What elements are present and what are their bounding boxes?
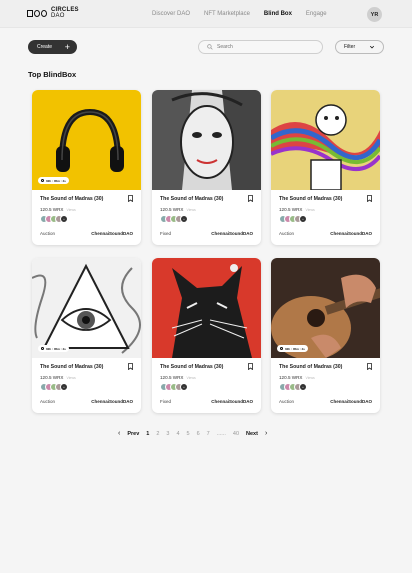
owner-avatars: + (160, 215, 188, 223)
sale-type: Auction (40, 231, 56, 236)
bookmark-icon[interactable] (128, 195, 133, 202)
blindbox-card[interactable]: The Sound of Madras (30) 120.5 WRX Views … (152, 90, 261, 245)
owner-avatars: + (40, 383, 68, 391)
page-ellipsis: ...... (216, 430, 226, 437)
page-5[interactable]: 5 (187, 431, 190, 437)
card-price: 120.5 WRX Views (40, 375, 76, 380)
creator-name[interactable]: ChennaiSoundDAO (330, 231, 372, 236)
blindbox-card[interactable]: 02h : 35m : 4s The Sound of Madras (30) … (271, 258, 380, 413)
card-title: The Sound of Madras (30) (160, 364, 224, 370)
creator-name[interactable]: ChennaiSoundDAO (91, 231, 133, 236)
card-title: The Sound of Madras (30) (279, 196, 343, 202)
card-image (271, 90, 380, 190)
filter-dropdown[interactable]: Filter (335, 40, 384, 54)
card-price: 120.5 WRX Views (160, 207, 196, 212)
page-7[interactable]: 7 (207, 431, 210, 437)
card-price: 120.5 WRX Views (279, 375, 315, 380)
creator-name[interactable]: ChennaiSoundDAO (330, 399, 372, 404)
filter-label: Filter (344, 44, 356, 50)
card-image (32, 258, 141, 358)
brand-name-line2: DAO (51, 13, 65, 19)
card-image (152, 90, 261, 190)
bookmark-icon[interactable] (367, 363, 372, 370)
main-nav: Discover DAO NFT Marketplace Blind Box E… (152, 11, 327, 17)
nav-nft-marketplace[interactable]: NFT Marketplace (204, 11, 250, 17)
page-last[interactable]: 40 (233, 431, 239, 437)
card-image (152, 258, 261, 358)
creator-name[interactable]: ChennaiSoundDAO (211, 399, 253, 404)
chevron-right-icon[interactable]: › (265, 430, 267, 437)
section-title: Top BlindBox (28, 70, 77, 79)
card-image (271, 258, 380, 358)
nav-discover-dao[interactable]: Discover DAO (152, 11, 190, 17)
prev-button[interactable]: Prev (127, 431, 139, 437)
blindbox-card[interactable]: The Sound of Madras (30) 120.5 WRX Views … (152, 258, 261, 413)
nav-engage[interactable]: Engage (306, 11, 327, 17)
creator-name[interactable]: ChennaiSoundDAO (91, 399, 133, 404)
chevron-down-icon (369, 45, 375, 49)
top-header: CIRCLES DAO Discover DAO NFT Marketplace… (0, 0, 412, 28)
next-button[interactable]: Next (246, 431, 258, 437)
pagination: ‹ Prev 1 2 3 4 5 6 7 ...... 40 Next › (118, 430, 267, 437)
user-avatar[interactable]: YR (367, 7, 382, 22)
sale-type: Auction (279, 231, 295, 236)
countdown-timer: 02h : 35m : 4s (38, 345, 69, 352)
brand-name: CIRCLES DAO (51, 7, 79, 19)
owner-avatars: + (279, 215, 307, 223)
brand-logo[interactable]: CIRCLES DAO (27, 7, 79, 19)
page-1[interactable]: 1 (146, 431, 149, 437)
bookmark-icon[interactable] (367, 195, 372, 202)
search-icon (207, 44, 213, 50)
sale-type: Auction (279, 399, 295, 404)
card-title: The Sound of Madras (30) (40, 196, 104, 202)
page-6[interactable]: 6 (197, 431, 200, 437)
card-title: The Sound of Madras (30) (40, 364, 104, 370)
bookmark-icon[interactable] (128, 363, 133, 370)
card-price: 120.5 WRX Views (160, 375, 196, 380)
sale-type: Fixed (160, 231, 172, 236)
sale-type: Auction (40, 399, 56, 404)
page-2[interactable]: 2 (156, 431, 159, 437)
card-title: The Sound of Madras (30) (279, 364, 343, 370)
owner-avatars: + (40, 215, 68, 223)
owner-avatars: + (160, 383, 188, 391)
page-4[interactable]: 4 (176, 431, 179, 437)
card-price: 120.5 WRX Views (279, 207, 315, 212)
chevron-left-icon[interactable]: ‹ (118, 430, 120, 437)
countdown-timer: 02h : 35m : 4s (277, 345, 308, 352)
card-price: 120.5 WRX Views (40, 207, 76, 212)
search-input[interactable] (217, 44, 317, 50)
blindbox-card[interactable]: 02h : 35m : 4s The Sound of Madras (30) … (32, 90, 141, 245)
bookmark-icon[interactable] (248, 363, 253, 370)
search-box[interactable] (198, 40, 323, 54)
nav-blind-box[interactable]: Blind Box (264, 11, 292, 17)
bookmark-icon[interactable] (248, 195, 253, 202)
card-image (32, 90, 141, 190)
plus-icon: + (64, 41, 70, 52)
owner-avatars: + (279, 383, 307, 391)
blindbox-card[interactable]: 02h : 35m : 4s The Sound of Madras (30) … (32, 258, 141, 413)
logo-mark-icon (27, 9, 47, 17)
creator-name[interactable]: ChennaiSoundDAO (211, 231, 253, 236)
page-3[interactable]: 3 (166, 431, 169, 437)
sale-type: Fixed (160, 399, 172, 404)
create-button[interactable]: Create + (28, 40, 77, 54)
create-button-label: Create (37, 44, 53, 50)
blindbox-card[interactable]: The Sound of Madras (30) 120.5 WRX Views … (271, 90, 380, 245)
card-title: The Sound of Madras (30) (160, 196, 224, 202)
countdown-timer: 02h : 35m : 4s (38, 177, 69, 184)
